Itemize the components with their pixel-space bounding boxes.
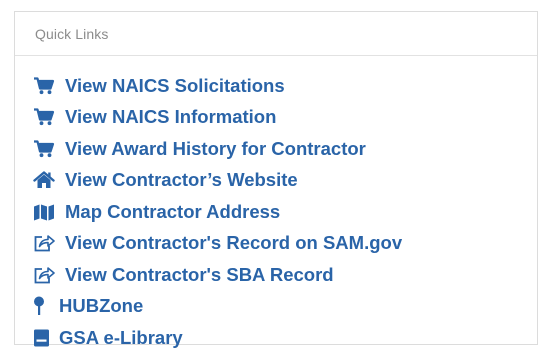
quick-links-list: View NAICS Solicitations View NAICS Info… [33,70,402,354]
cart-icon [33,107,57,127]
link-label[interactable]: View Contractor's Record on SAM.gov [65,232,402,254]
link-view-sba-record[interactable]: View Contractor's SBA Record [33,259,402,291]
link-label[interactable]: View Contractor's SBA Record [65,264,334,286]
link-label[interactable]: HUBZone [59,295,143,317]
home-icon [33,170,57,190]
link-view-naics-information[interactable]: View NAICS Information [33,102,402,134]
link-hubzone[interactable]: HUBZone [33,291,402,323]
cart-icon [33,76,57,96]
link-label[interactable]: View Award History for Contractor [65,138,366,160]
link-label[interactable]: View NAICS Solicitations [65,75,285,97]
link-label[interactable]: GSA e-Library [59,327,183,349]
cart-icon [33,139,57,159]
link-label[interactable]: View NAICS Information [65,106,276,128]
link-map-contractor-address[interactable]: Map Contractor Address [33,196,402,228]
map-icon [33,202,57,222]
link-view-sam-record[interactable]: View Contractor's Record on SAM.gov [33,228,402,260]
link-label[interactable]: Map Contractor Address [65,201,280,223]
share-icon [33,233,57,253]
share-icon [33,265,57,285]
link-view-award-history[interactable]: View Award History for Contractor [33,133,402,165]
link-gsa-elibrary[interactable]: GSA e-Library [33,322,402,354]
panel-heading: Quick Links [15,12,537,56]
book-icon [33,328,57,348]
link-label[interactable]: View Contractor’s Website [65,169,298,191]
panel-title: Quick Links [35,26,109,42]
quick-links-panel: Quick Links View NAICS Solicitations Vie… [14,11,538,348]
link-view-contractor-website[interactable]: View Contractor’s Website [33,165,402,197]
pin-icon [33,296,57,316]
link-view-naics-solicitations[interactable]: View NAICS Solicitations [33,70,402,102]
